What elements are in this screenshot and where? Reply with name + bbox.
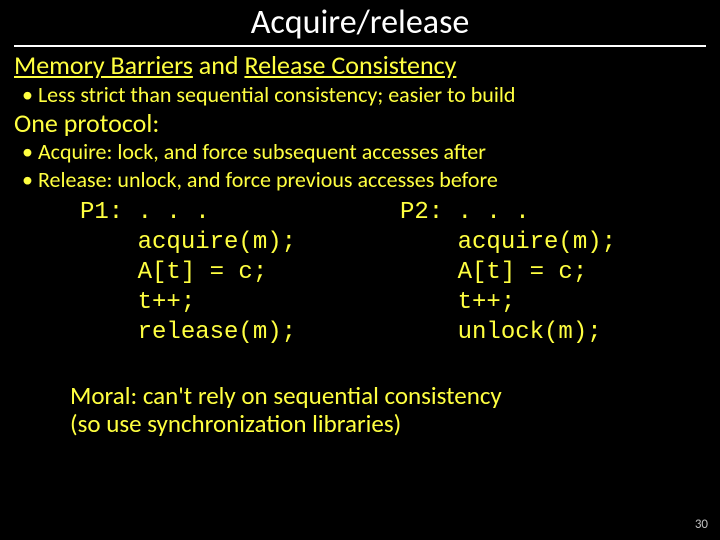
code-col-p2: P2: . . . acquire(m); A[t] = c; t++; unl… — [400, 198, 720, 348]
code-col-p1: P1: . . . acquire(m); A[t] = c; t++; rel… — [80, 198, 400, 348]
code-block: P1: . . . acquire(m); A[t] = c; t++; rel… — [80, 198, 720, 348]
subtitle: Memory Barriers and Release Consistency — [14, 51, 706, 80]
subtitle-part-c: Release Consistency — [244, 49, 456, 81]
code-p1-body: acquire(m); A[t] = c; t++; release(m); — [80, 229, 296, 346]
slide-title: Acquire/release — [0, 0, 720, 43]
code-p2-label: P2: . . . — [400, 199, 530, 226]
protocol-heading: One protocol: — [14, 109, 706, 138]
moral-line-2: (so use synchronization libraries) — [70, 408, 401, 439]
subtitle-part-a: Memory Barriers — [14, 49, 193, 81]
subtitle-part-b: and — [193, 49, 245, 81]
code-p1-label: P1: . . . — [80, 199, 210, 226]
page-number: 30 — [695, 517, 708, 532]
moral-text: Moral: can't rely on sequential consiste… — [70, 382, 720, 438]
title-rule — [14, 45, 706, 47]
bullet-release: Release: unlock, and force previous acce… — [38, 167, 720, 192]
bullet-acquire: Acquire: lock, and force subsequent acce… — [38, 139, 720, 164]
moral-line-1: Moral: can't rely on sequential consiste… — [70, 380, 502, 411]
bullet-seq-consistency: Less strict than sequential consistency;… — [38, 82, 720, 107]
code-p2-body: acquire(m); A[t] = c; t++; unlock(m); — [400, 229, 616, 346]
